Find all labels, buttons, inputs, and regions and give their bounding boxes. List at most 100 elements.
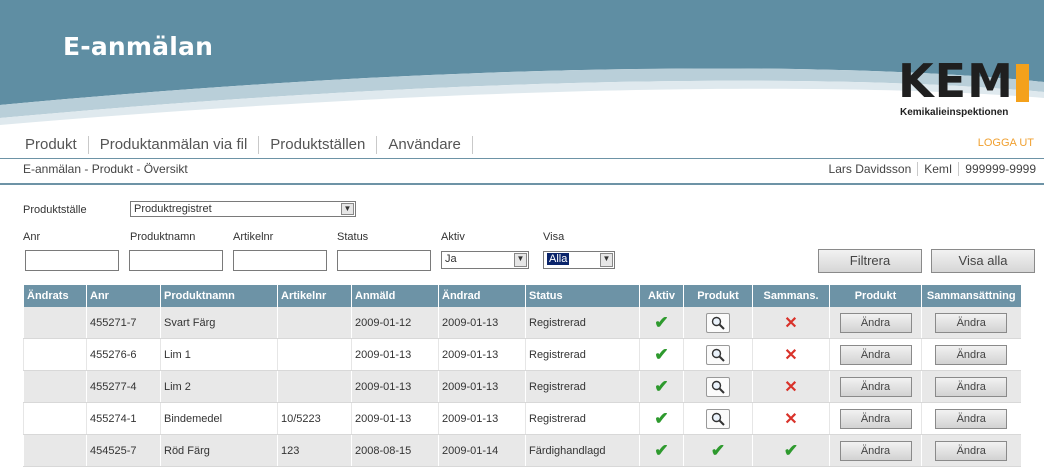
cell-status: Registrerad [525,370,640,403]
magnifier-icon[interactable] [706,376,730,397]
cell-artikelnr: 123 [277,434,352,467]
cell-andrats [23,307,87,339]
produktnamn-label: Produktnamn [130,231,196,243]
cell-andrats [23,370,87,403]
cell-produkt [683,402,753,435]
cell-sammans: ✕ [752,307,830,339]
edit-sammansattning-button[interactable]: Ändra [935,344,1008,365]
nav-item-produktanmalan-via-fil[interactable]: Produktanmälan via fil [89,136,260,154]
produktstalle-label: Produktställe [23,204,87,216]
edit-produkt-button[interactable]: Ändra [839,344,912,365]
cross-icon: ✕ [784,410,798,428]
table-row: 455274-1 Bindemedel 10/5223 2009-01-13 2009-… [23,402,1021,435]
cell-aktiv: ✔ [639,307,684,339]
edit-produkt-button[interactable]: Ändra [839,312,912,333]
visa-select[interactable]: Alla ▼ [543,251,615,269]
breadcrumb-divider [0,183,1044,185]
col-sammansattning-edit: Sammansättning [921,285,1021,307]
aktiv-select[interactable]: Ja ▼ [441,251,529,269]
produktstalle-select[interactable]: Produktregistret ▼ [130,201,356,217]
show-all-button[interactable]: Visa alla [931,249,1035,273]
check-icon: ✔ [654,312,669,332]
nav-item-produkt[interactable]: Produkt [25,136,89,154]
aktiv-label: Aktiv [441,231,465,243]
cell-aktiv: ✔ [639,338,684,371]
edit-sammansattning-button-cell: Ändra [921,434,1021,467]
magnifier-icon[interactable] [706,312,730,333]
edit-produkt-button[interactable]: Ändra [839,408,912,429]
edit-produkt-button-cell: Ändra [829,338,922,371]
nav-divider [0,158,1044,159]
cell-produkt [683,370,753,403]
check-icon: ✔ [783,440,799,460]
check-icon: ✔ [654,440,669,460]
table-row: 454525-7 Röd Färg 123 2008-08-15 2009-01-14 F… [23,434,1021,467]
col-aktiv[interactable]: Aktiv [639,285,684,307]
cell-anr: 455274-1 [86,402,161,435]
user-number: 999999-9999 [965,162,1036,176]
anr-input[interactable] [25,250,119,271]
cross-icon: ✕ [784,346,798,364]
cell-andrats [23,402,87,435]
col-andrats[interactable]: Ändrats [23,285,87,307]
cell-anr: 455271-7 [86,307,161,339]
col-produkt-edit: Produkt [829,285,922,307]
cell-aktiv: ✔ [639,434,684,467]
col-anmald[interactable]: Anmäld [351,285,439,307]
filter-button[interactable]: Filtrera [818,249,922,273]
col-artikelnr[interactable]: Artikelnr [277,285,352,307]
table-body: 455271-7 Svart Färg 2009-01-12 2009-01-13 Re… [23,307,1021,467]
cell-anmald: 2009-01-13 [351,370,439,403]
cell-anr: 455276-6 [86,338,161,371]
edit-produkt-button[interactable]: Ändra [839,440,912,461]
magnifier-icon[interactable] [706,344,730,365]
product-table: Ändrats Anr Produktnamn Artikelnr Anmäld… [23,285,1021,467]
kemi-logo: KEM Kemikalieinspektionen [898,54,1038,130]
edit-sammansattning-button[interactable]: Ändra [935,408,1008,429]
edit-sammansattning-button-cell: Ändra [921,370,1021,403]
cell-artikelnr [277,338,352,371]
cell-andrad: 2009-01-13 [438,370,526,403]
nav-item-produktstallen[interactable]: Produktställen [259,136,378,154]
produktstalle-value: Produktregistret [134,203,212,215]
edit-sammansattning-button[interactable]: Ändra [935,312,1008,333]
edit-sammansattning-button[interactable]: Ändra [935,376,1008,397]
col-produktnamn[interactable]: Produktnamn [160,285,278,307]
cell-anr: 454525-7 [86,434,161,467]
edit-produkt-button-cell: Ändra [829,370,922,403]
produktnamn-input[interactable] [129,250,223,271]
status-input[interactable] [337,250,431,271]
table-row: 455271-7 Svart Färg 2009-01-12 2009-01-13 Re… [23,307,1021,339]
check-icon[interactable]: ✔ [711,441,725,460]
breadcrumb: E-anmälan - Produkt - Översikt [23,162,188,176]
cell-status: Registrerad [525,402,640,435]
col-status[interactable]: Status [525,285,640,307]
nav-item-anvandare[interactable]: Användare [377,136,473,154]
artikelnr-input[interactable] [233,250,327,271]
check-icon: ✔ [654,408,669,428]
cross-icon: ✕ [784,378,798,396]
cell-produktnamn: Lim 1 [160,338,278,371]
logout-link[interactable]: LOGGA UT [978,137,1034,149]
cell-artikelnr [277,307,352,339]
magnifier-icon[interactable] [706,408,730,429]
header-banner: E-anmälan [0,0,1044,125]
col-andrad[interactable]: Ändrad [438,285,526,307]
user-org: KemI [918,162,960,176]
chevron-down-icon: ▼ [600,253,613,267]
edit-produkt-button[interactable]: Ändra [839,376,912,397]
logo-subtitle: Kemikalieinspektionen [900,107,1009,118]
edit-sammansattning-button-cell: Ändra [921,402,1021,435]
cell-anmald: 2008-08-15 [351,434,439,467]
cell-aktiv: ✔ [639,402,684,435]
col-produkt: Produkt [683,285,753,307]
artikelnr-label: Artikelnr [233,231,274,243]
main-nav: Produkt Produktanmälan via fil Produktst… [25,135,473,155]
cell-status: Registrerad [525,338,640,371]
col-anr[interactable]: Anr [86,285,161,307]
cell-andrad: 2009-01-13 [438,338,526,371]
check-icon: ✔ [654,376,669,396]
cell-status: Registrerad [525,307,640,339]
edit-sammansattning-button[interactable]: Ändra [935,440,1008,461]
cell-andrad: 2009-01-13 [438,402,526,435]
